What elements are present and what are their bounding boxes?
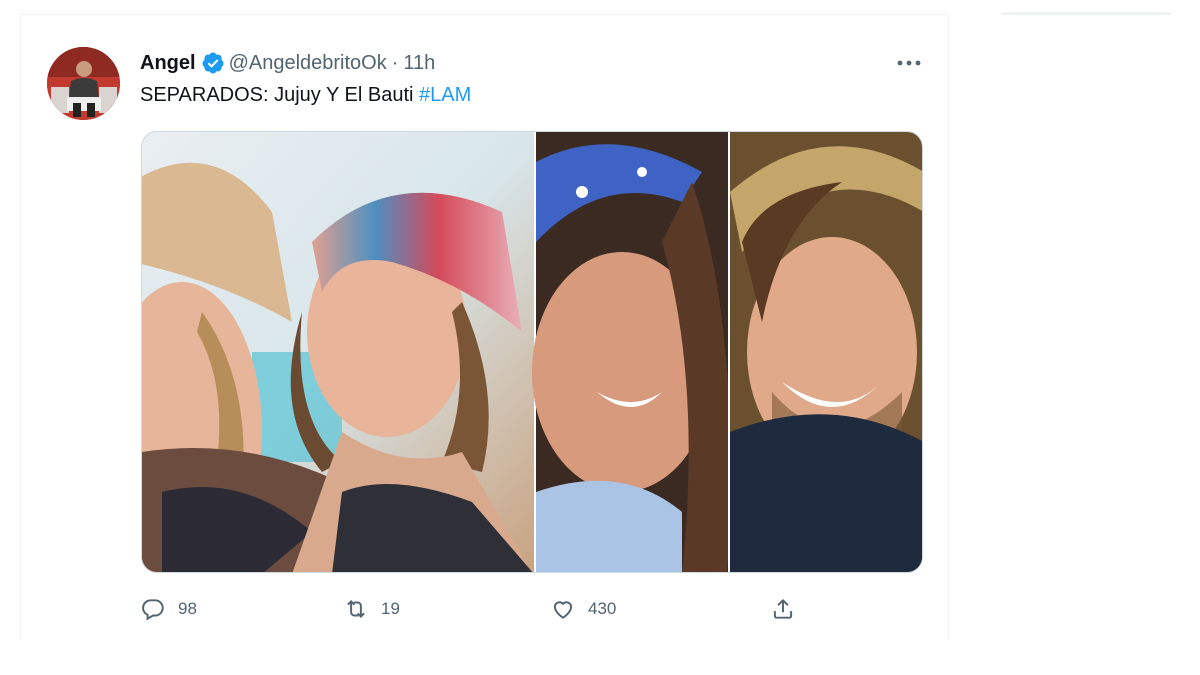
action-bar: 98 19 430 bbox=[140, 594, 800, 624]
verified-badge-icon bbox=[202, 52, 224, 74]
retweet-count: 19 bbox=[381, 599, 400, 618]
author-handle[interactable]: @AngeldebritoOk bbox=[229, 52, 387, 75]
more-dots-icon[interactable] bbox=[894, 52, 924, 74]
retweet-icon bbox=[347, 600, 365, 618]
tweet-timestamp[interactable]: 11h bbox=[403, 52, 435, 75]
share-button[interactable] bbox=[770, 594, 796, 624]
tweet-text: SEPARADOS: Jujuy Y El Bauti #LAM bbox=[140, 84, 471, 107]
photo-couple bbox=[142, 132, 534, 572]
heart-icon bbox=[553, 601, 573, 619]
tweet-header: Angel @AngeldebritoOk · 11h bbox=[140, 50, 435, 76]
photo-bauti bbox=[730, 132, 922, 572]
reply-count: 98 bbox=[178, 599, 197, 618]
like-count: 430 bbox=[588, 599, 617, 618]
reply-icon bbox=[142, 599, 164, 621]
separator-dot: · bbox=[391, 51, 399, 74]
share-icon bbox=[773, 598, 793, 619]
tweet-body: SEPARADOS: Jujuy Y El Bauti bbox=[140, 84, 414, 106]
reply-button[interactable]: 98 bbox=[140, 594, 197, 624]
photo-jujuy bbox=[532, 132, 731, 572]
tweet-media[interactable] bbox=[141, 131, 923, 573]
avatar[interactable] bbox=[47, 47, 120, 120]
like-button[interactable]: 430 bbox=[550, 594, 616, 624]
sidebar-divider bbox=[1001, 12, 1171, 15]
author-name[interactable]: Angel bbox=[140, 52, 196, 75]
retweet-button[interactable]: 19 bbox=[343, 594, 400, 624]
hashtag-link[interactable]: #LAM bbox=[419, 84, 471, 106]
